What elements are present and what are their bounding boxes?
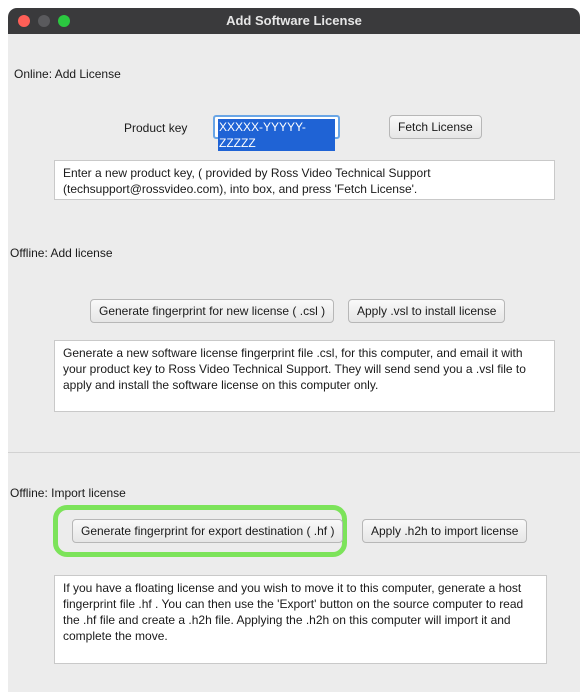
offline-import-info-text: If you have a floating license and you w…: [54, 575, 547, 664]
offline-import-section-heading: Offline: Import license: [10, 486, 126, 500]
offline-import-info-line: fingerprint file .hf . You can then use …: [63, 597, 524, 611]
online-info-line: (techsupport@rossvideo.com), into box, a…: [63, 182, 418, 196]
offline-add-section-heading: Offline: Add license: [10, 246, 113, 260]
offline-add-info-line: your product key to Ross Video Technical…: [63, 362, 526, 376]
online-info-text: Enter a new product key, ( provided by R…: [54, 160, 555, 200]
window-title: Add Software License: [226, 13, 362, 28]
offline-add-info-line: apply and install the software license o…: [63, 378, 379, 392]
dialog-content: Online: Add License Product key XXXXX-YY…: [8, 34, 580, 692]
product-key-input[interactable]: XXXXX-YYYYY-ZZZZZ: [213, 115, 340, 151]
online-info-line: Enter a new product key, ( provided by R…: [63, 166, 431, 180]
offline-add-info-text: Generate a new software license fingerpr…: [54, 340, 555, 412]
apply-vsl-button[interactable]: Apply .vsl to install license: [348, 299, 506, 323]
apply-h2h-button[interactable]: Apply .h2h to import license: [362, 519, 528, 543]
online-section-heading: Online: Add License: [14, 67, 121, 81]
section-divider: [8, 452, 580, 453]
product-key-label: Product key: [124, 121, 188, 135]
product-key-value: XXXXX-YYYYY-ZZZZZ: [218, 119, 335, 151]
offline-import-info-line: the .hf file and create a .h2h file. App…: [63, 613, 511, 627]
generate-csl-fingerprint-button[interactable]: Generate fingerprint for new license ( .…: [90, 299, 335, 323]
fetch-license-button[interactable]: Fetch License: [389, 115, 482, 139]
title-bar: Add Software License: [8, 8, 580, 34]
offline-add-info-line: Generate a new software license fingerpr…: [63, 346, 523, 360]
offline-import-info-line: If you have a floating license and you w…: [63, 581, 522, 595]
generate-hf-fingerprint-button[interactable]: Generate fingerprint for export destinat…: [72, 519, 344, 543]
offline-import-info-line: complete the move.: [63, 629, 168, 643]
